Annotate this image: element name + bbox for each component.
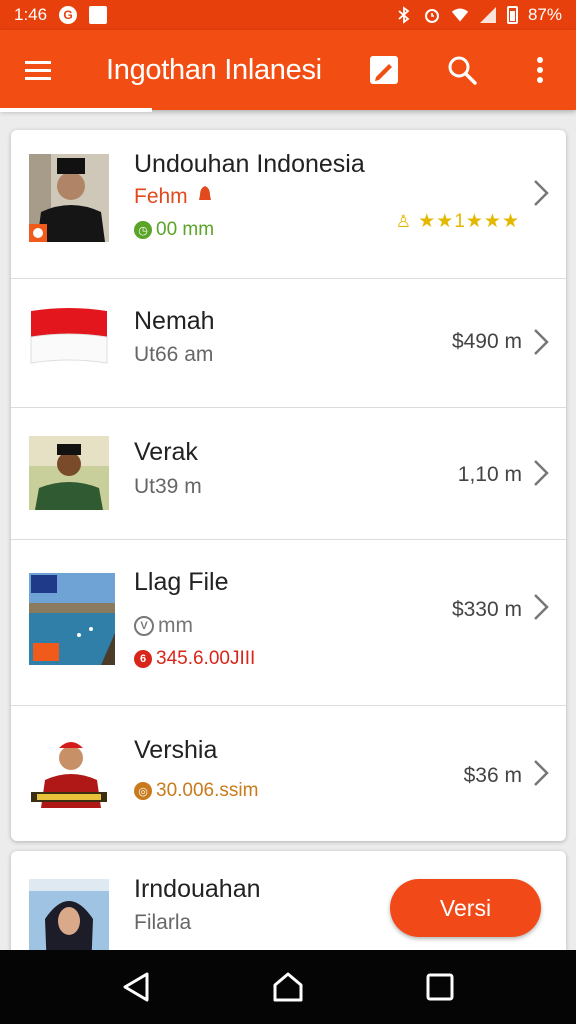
item-subtitle: Ut39 m xyxy=(134,475,202,498)
award-icon: ♙ xyxy=(395,212,412,231)
coin-icon: ◎ xyxy=(134,782,152,800)
item-subtitle: Filarla xyxy=(134,911,192,934)
status-bar: 1:46 G 87% xyxy=(0,0,576,30)
item-price: $490 m xyxy=(451,330,522,353)
tab-indicator xyxy=(0,108,152,112)
avatar xyxy=(29,736,109,808)
item-meta: ◎ 30.006.ssim xyxy=(134,780,258,802)
search-icon[interactable] xyxy=(444,52,480,88)
item-title: Verak xyxy=(134,438,198,466)
wifi-icon xyxy=(451,6,469,24)
item-price: $330 m xyxy=(451,598,522,621)
list-item[interactable]: Nemah Ut66 am $490 m xyxy=(11,279,566,408)
rating-stars: ♙ ★★1★★★ xyxy=(395,211,520,232)
item-title: Llag File xyxy=(134,568,229,596)
back-icon[interactable] xyxy=(116,967,156,1007)
recents-icon[interactable] xyxy=(420,967,460,1007)
item-title: Irndouahan xyxy=(134,875,261,903)
more-vert-icon[interactable] xyxy=(522,52,558,88)
item-title: Undouhan Indonesia xyxy=(134,150,365,178)
tag-icon: 6 xyxy=(134,650,152,668)
list-card: Undouhan Indonesia Fehm ◷ 00 mm ♙ ★★1★★★… xyxy=(11,130,566,841)
chevron-right-icon[interactable] xyxy=(530,178,552,208)
harbor-image xyxy=(29,573,115,665)
notification-app-icon: G xyxy=(59,6,78,24)
item-title: Nemah xyxy=(134,307,215,335)
app-title: Ingothan Inlanesi xyxy=(106,53,322,86)
list-item[interactable]: Llag File V mm 6 345.6.00JIII $330 m xyxy=(11,540,566,706)
status-time: 1:46 xyxy=(14,5,48,24)
edit-icon[interactable] xyxy=(366,52,402,88)
bell-icon xyxy=(198,185,212,209)
item-meta: ◷ 00 mm xyxy=(134,219,214,241)
battery-percent: 87% xyxy=(527,5,562,24)
versi-button[interactable]: Versi xyxy=(390,879,541,937)
list-item[interactable]: Undouhan Indonesia Fehm ◷ 00 mm ♙ ★★1★★★ xyxy=(11,130,566,279)
home-icon[interactable] xyxy=(268,967,308,1007)
item-price: $36 m xyxy=(463,764,522,787)
clock-icon: ◷ xyxy=(134,221,152,239)
system-nav-bar xyxy=(0,950,576,1024)
view-icon: V xyxy=(134,616,154,636)
menu-icon[interactable] xyxy=(18,50,58,90)
signal-icon xyxy=(479,6,497,24)
avatar xyxy=(29,436,109,510)
chevron-right-icon[interactable] xyxy=(530,458,552,488)
item-subtitle: Fehm xyxy=(134,185,212,209)
chevron-right-icon[interactable] xyxy=(530,327,552,357)
chevron-right-icon[interactable] xyxy=(530,592,552,622)
item-price: 1,10 m xyxy=(457,463,522,486)
item-subtitle: V mm xyxy=(134,614,193,638)
app-bar: Ingothan Inlanesi xyxy=(0,30,576,110)
avatar xyxy=(29,154,109,242)
indonesia-flag-image xyxy=(29,303,109,373)
notification-image-icon xyxy=(89,6,108,24)
item-subtitle: Ut66 am xyxy=(134,343,214,366)
chevron-right-icon[interactable] xyxy=(530,758,552,788)
item-meta: 6 345.6.00JIII xyxy=(134,648,255,670)
battery-icon xyxy=(506,6,518,24)
list-item[interactable]: Verak Ut39 m 1,10 m xyxy=(11,408,566,540)
list-item[interactable]: Vershia ◎ 30.006.ssim $36 m xyxy=(11,706,566,841)
bluetooth-icon xyxy=(395,6,413,24)
alarm-icon xyxy=(423,6,441,24)
item-title: Vershia xyxy=(134,736,218,764)
